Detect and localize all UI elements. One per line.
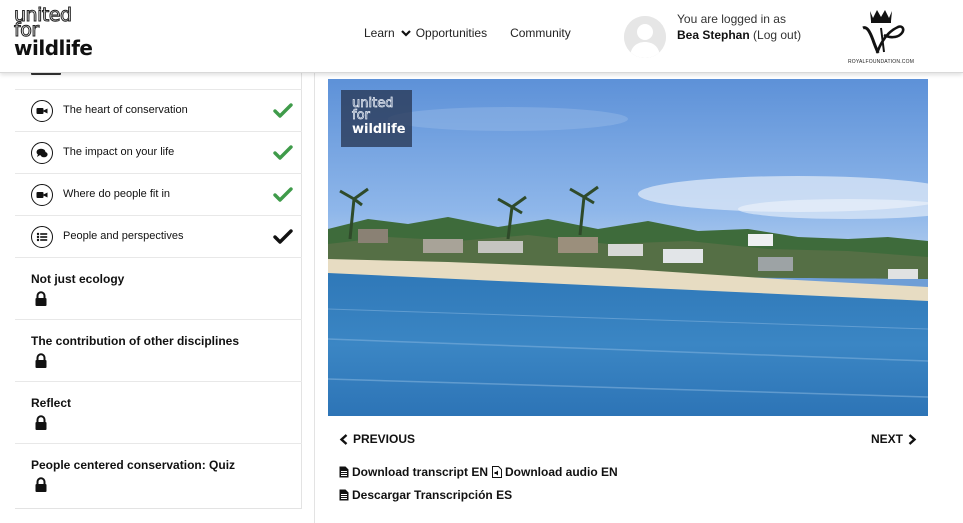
royal-crown-monogram-icon: [862, 10, 905, 54]
nav-opportunities-label: Opportunities: [415, 26, 488, 40]
next-label: NEXT: [870, 432, 903, 446]
nav-opportunities[interactable]: Opportunities: [416, 26, 487, 40]
completed-check-icon: [273, 187, 293, 202]
sidebar-lesson-label: People centered conservation: Quiz: [31, 458, 236, 472]
course-sidebar: The heart of conservation The impact on …: [15, 71, 302, 509]
lock-icon: [35, 353, 47, 368]
sidebar-topic-where-do-people-fit-in[interactable]: Where do people fit in: [15, 173, 302, 215]
next-button[interactable]: NEXT: [871, 432, 917, 446]
sidebar-topic-label: People and perspectives: [63, 230, 184, 242]
chevron-down-icon: [400, 30, 411, 37]
completed-check-icon: [273, 103, 293, 118]
content-divider: [314, 73, 315, 523]
download-transcript-en-link[interactable]: Download transcript EN: [339, 465, 488, 479]
user-info: You are logged in as Bea Stephan (Log ou…: [677, 11, 812, 43]
lock-icon: [35, 477, 47, 492]
sidebar-lesson-reflect[interactable]: Reflect: [15, 381, 302, 443]
audio-file-icon: [492, 465, 503, 478]
download-transcript-es-label: Descargar Transcripción ES: [352, 487, 513, 502]
chevron-right-icon: [908, 433, 917, 445]
download-audio-en-label: Download audio EN: [505, 464, 618, 479]
lock-icon: [35, 415, 47, 430]
sidebar-topic-label: The heart of conservation: [63, 104, 188, 116]
lesson-pager: PREVIOUS NEXT: [339, 432, 917, 448]
site-header: united for wildlife Learn Opportunities …: [0, 0, 963, 73]
logout-link[interactable]: (Log out): [753, 28, 801, 42]
video-camera-icon: [31, 100, 53, 122]
sidebar-lesson-not-just-ecology[interactable]: Not just ecology: [15, 257, 302, 319]
sidebar-topic-label: The impact on your life: [63, 146, 175, 158]
user-avatar[interactable]: [624, 16, 666, 58]
sidebar-topic-heart-of-conservation[interactable]: The heart of conservation: [15, 89, 302, 131]
lock-icon: [35, 291, 47, 306]
video-watermark-logo: united for wildlife: [341, 90, 412, 147]
nav-community-label: Community: [510, 26, 571, 40]
downloads-section: Download transcript EN Download audio EN…: [339, 463, 622, 509]
nav-learn[interactable]: Learn: [364, 26, 412, 40]
sidebar-lesson-label: Not just ecology: [31, 272, 125, 286]
video-logo-text-wildlife: wildlife: [352, 122, 406, 137]
current-check-icon: [273, 229, 293, 244]
login-status-text: You are logged in as: [677, 12, 786, 26]
sidebar-topic-impact-on-your-life[interactable]: The impact on your life: [15, 131, 302, 173]
previous-button[interactable]: PREVIOUS: [339, 432, 415, 446]
sidebar-lesson-contribution-of-other-disciplines[interactable]: The contribution of other disciplines: [15, 319, 302, 381]
video-frame-coastline: [328, 79, 928, 416]
main-nav: Learn Opportunities Community: [364, 26, 571, 40]
sidebar-lesson-label: The contribution of other disciplines: [31, 334, 240, 348]
user-name: Bea Stephan: [677, 28, 750, 42]
sidebar-lesson-quiz[interactable]: People centered conservation: Quiz: [15, 443, 302, 505]
previous-label: PREVIOUS: [353, 432, 416, 446]
sidebar-topic-people-and-perspectives[interactable]: People and perspectives: [15, 215, 302, 257]
chevron-left-icon: [339, 433, 348, 445]
nav-learn-label: Learn: [364, 26, 395, 40]
sidebar-topic-label: Where do people fit in: [63, 188, 171, 200]
video-player[interactable]: united for wildlife: [328, 79, 928, 416]
royal-foundation-caption: ROYALFOUNDATION.COM: [847, 59, 915, 65]
royal-foundation-logo[interactable]: ROYALFOUNDATION.COM: [843, 6, 919, 68]
default-avatar-icon: [624, 16, 666, 58]
download-audio-en-link[interactable]: Download audio EN: [492, 465, 618, 479]
nav-community[interactable]: Community: [510, 26, 571, 40]
document-icon: [339, 489, 349, 500]
download-transcript-en-label: Download transcript EN: [352, 464, 489, 479]
download-transcript-es-link[interactable]: Descargar Transcripción ES: [339, 488, 512, 502]
chat-bubbles-icon: [31, 142, 53, 164]
document-icon: [339, 466, 349, 477]
list-icon: [31, 226, 53, 248]
video-logo-text-for: for: [352, 108, 371, 123]
completed-check-icon: [273, 145, 293, 160]
united-for-wildlife-logo[interactable]: united for wildlife: [13, 5, 93, 60]
video-camera-icon: [31, 184, 53, 206]
logo-text-wildlife: wildlife: [14, 36, 93, 60]
sidebar-lesson-label: Reflect: [31, 396, 72, 410]
